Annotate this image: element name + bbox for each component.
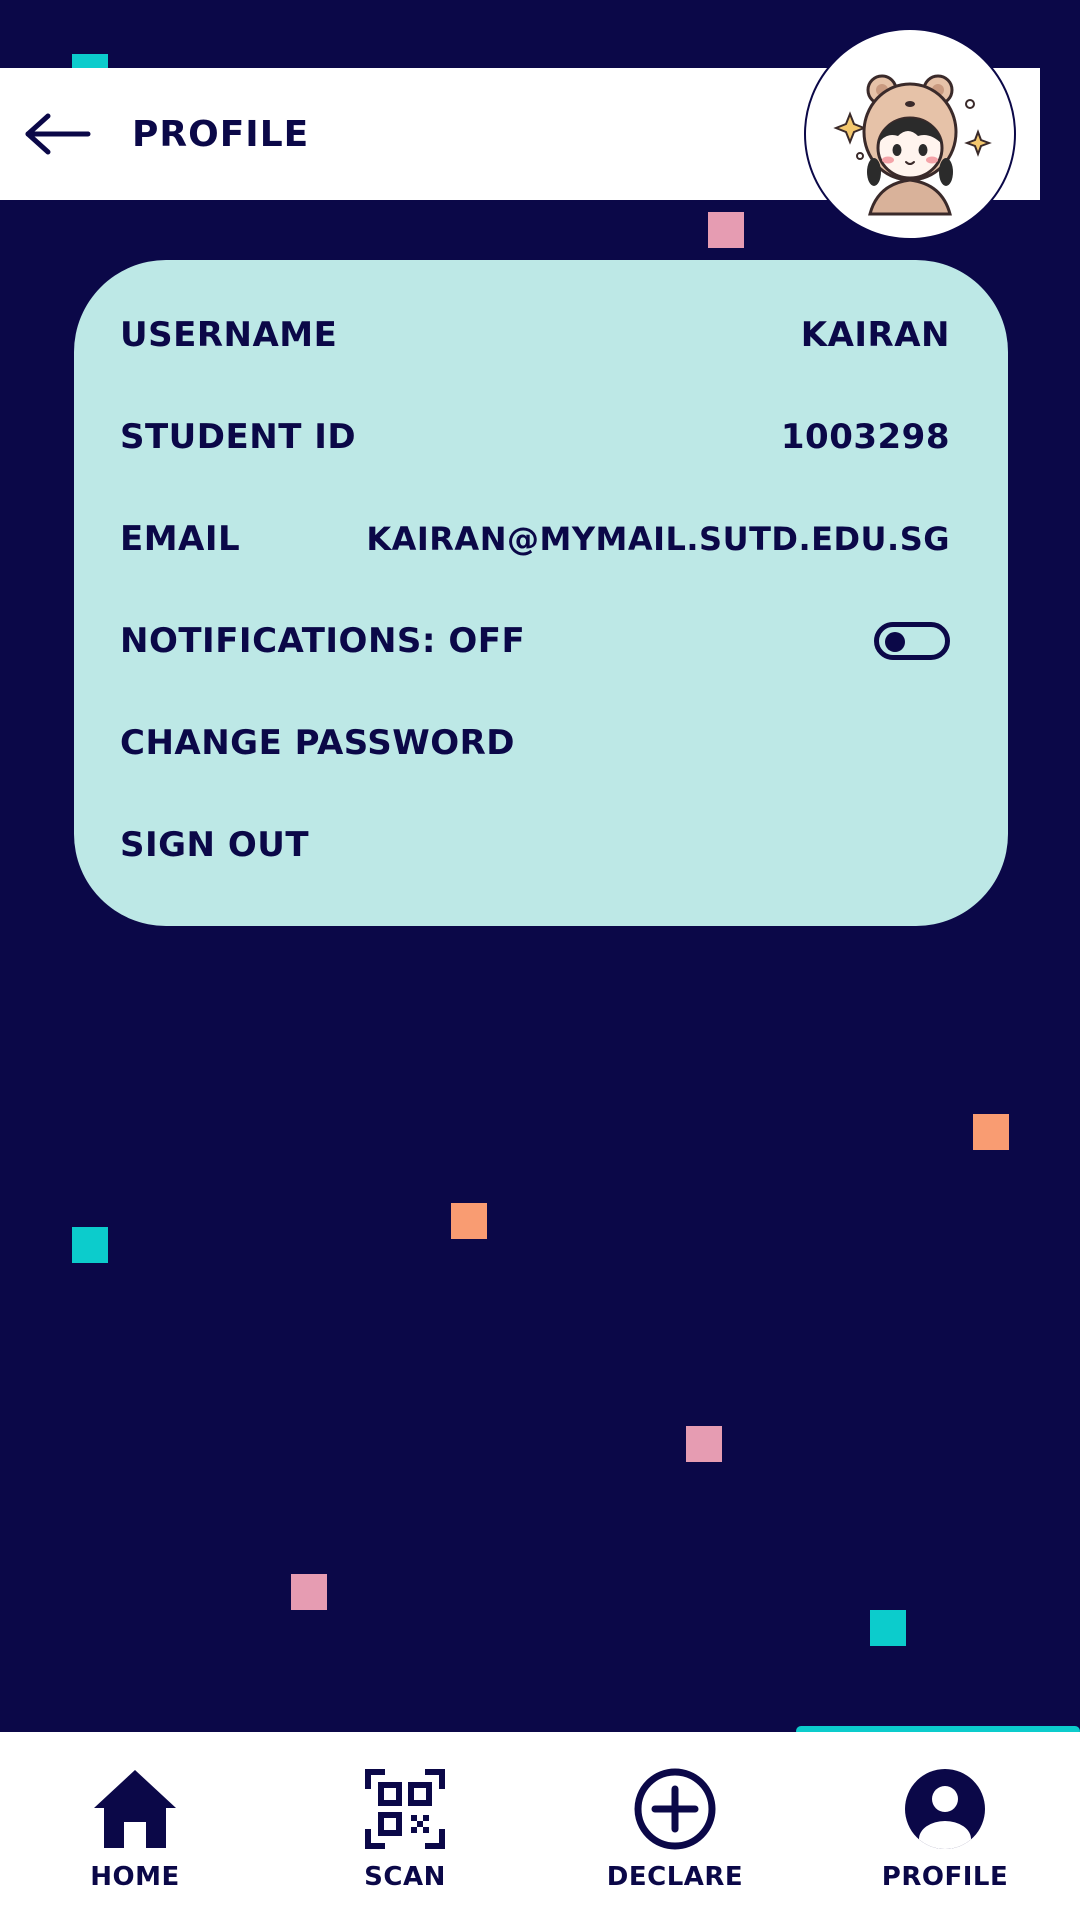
notifications-label: NOTIFICATIONS: OFF [120, 621, 526, 661]
avatar-illustration [833, 74, 992, 216]
plus-circle-icon [632, 1766, 718, 1852]
nav-home-label: HOME [90, 1862, 180, 1892]
confetti-square [686, 1426, 722, 1462]
confetti-square [870, 1610, 906, 1646]
notifications-toggle[interactable] [874, 622, 950, 660]
nav-home[interactable]: HOME [0, 1732, 270, 1920]
username-label: USERNAME [120, 315, 338, 355]
qr-scan-icon [362, 1766, 448, 1852]
profile-screen: PROFILE USERNAME KAIRAN STUDENT ID 10032… [0, 0, 1080, 1920]
email-row: EMAIL KAIRAN@MYMAIL.SUTD.EDU.SG [120, 488, 950, 590]
nav-declare[interactable]: DECLARE [540, 1732, 810, 1920]
student-id-row: STUDENT ID 1003298 [120, 386, 950, 488]
confetti-square [451, 1203, 487, 1239]
page-title: PROFILE [132, 113, 310, 155]
username-row: USERNAME KAIRAN [120, 284, 950, 386]
confetti-square [72, 1227, 108, 1263]
sign-out-button[interactable]: SIGN OUT [120, 794, 950, 896]
back-button[interactable] [22, 110, 92, 158]
nav-profile-label: PROFILE [881, 1862, 1009, 1892]
nav-scan-label: SCAN [364, 1862, 446, 1892]
notifications-row: NOTIFICATIONS: OFF [120, 590, 950, 692]
toggle-knob [885, 632, 905, 652]
student-id-label: STUDENT ID [120, 417, 357, 457]
profile-card: USERNAME KAIRAN STUDENT ID 1003298 EMAIL… [74, 260, 1008, 926]
avatar[interactable] [804, 28, 1016, 240]
confetti-square [291, 1574, 327, 1610]
student-id-value: 1003298 [780, 417, 950, 457]
arrow-left-icon [25, 113, 91, 155]
username-value: KAIRAN [800, 315, 950, 355]
confetti-square [708, 212, 744, 248]
nav-scan[interactable]: SCAN [270, 1732, 540, 1920]
email-value: KAIRAN@MYMAIL.SUTD.EDU.SG [366, 520, 950, 558]
change-password-button[interactable]: CHANGE PASSWORD [120, 692, 950, 794]
confetti-square [973, 1114, 1009, 1150]
bottom-navigation: HOME SCAN DECLARE PROFILE [0, 1732, 1080, 1920]
email-label: EMAIL [120, 519, 241, 559]
nav-declare-label: DECLARE [606, 1862, 744, 1892]
user-circle-icon [902, 1766, 988, 1852]
home-icon [92, 1766, 178, 1852]
sign-out-label: SIGN OUT [120, 825, 310, 865]
nav-profile[interactable]: PROFILE [810, 1732, 1080, 1920]
change-password-label: CHANGE PASSWORD [120, 723, 516, 763]
